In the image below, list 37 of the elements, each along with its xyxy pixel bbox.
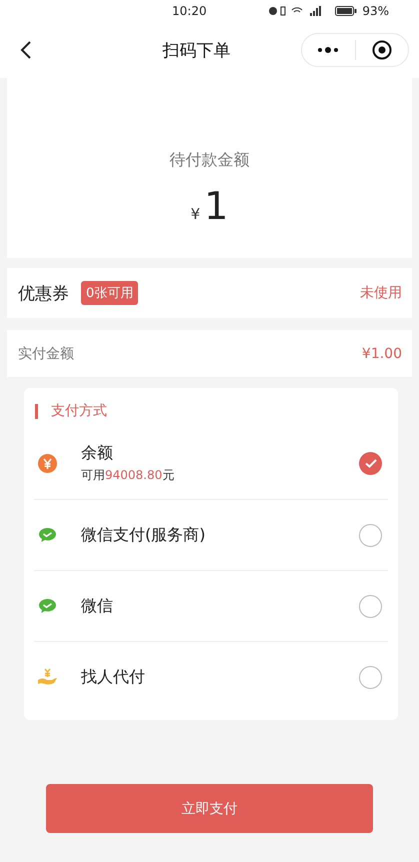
more-icon (317, 47, 340, 53)
currency-symbol: ¥ (190, 205, 200, 223)
balance-note: 可用94008.80元 (81, 467, 176, 484)
yen-coin-icon (38, 454, 57, 473)
battery-percent: 93% (362, 4, 389, 18)
coupon-count-tag: 0张可用 (81, 281, 138, 305)
payment-option[interactable]: 余额 可用94008.80元 (34, 428, 388, 499)
option-label: 找人代付 (81, 666, 146, 688)
actual-amount-value: ¥1.00 (362, 346, 402, 362)
amount-due-value: 1 (204, 187, 228, 225)
chat-bubble-icon (38, 526, 57, 544)
amount-due-label: 待付款金额 (170, 150, 250, 171)
page-title: 扫码下单 (162, 40, 232, 62)
status-time: 10:20 (172, 4, 208, 18)
radio-button[interactable] (359, 452, 382, 475)
pay-button[interactable]: 立即支付 (46, 784, 373, 833)
battery-icon (335, 5, 358, 17)
coupon-label: 优惠券 (18, 282, 69, 304)
actual-amount-label: 实付金额 (18, 344, 74, 362)
accent-bar (35, 404, 38, 418)
radio-button[interactable] (359, 666, 382, 688)
radio-button[interactable] (359, 594, 382, 618)
payment-option[interactable]: 微信 (34, 570, 388, 641)
back-icon[interactable] (20, 40, 32, 60)
target-icon (372, 40, 392, 60)
coupon-status: 未使用 (360, 284, 402, 302)
check-icon (364, 459, 376, 468)
coupon-row[interactable]: 优惠券 0张可用 未使用 (7, 268, 412, 318)
radio-button[interactable] (359, 524, 382, 546)
option-label: 余额 (81, 443, 114, 464)
payment-title: 支付方式 (51, 402, 107, 420)
payment-option[interactable]: 找人代付 (34, 641, 388, 712)
option-label: 微信支付(服务商) (81, 524, 206, 546)
hand-coin-icon (38, 668, 57, 686)
payment-option[interactable]: 微信支付(服务商) (34, 499, 388, 570)
chat-bubble-icon (38, 598, 57, 614)
option-label: 微信 (81, 596, 114, 616)
